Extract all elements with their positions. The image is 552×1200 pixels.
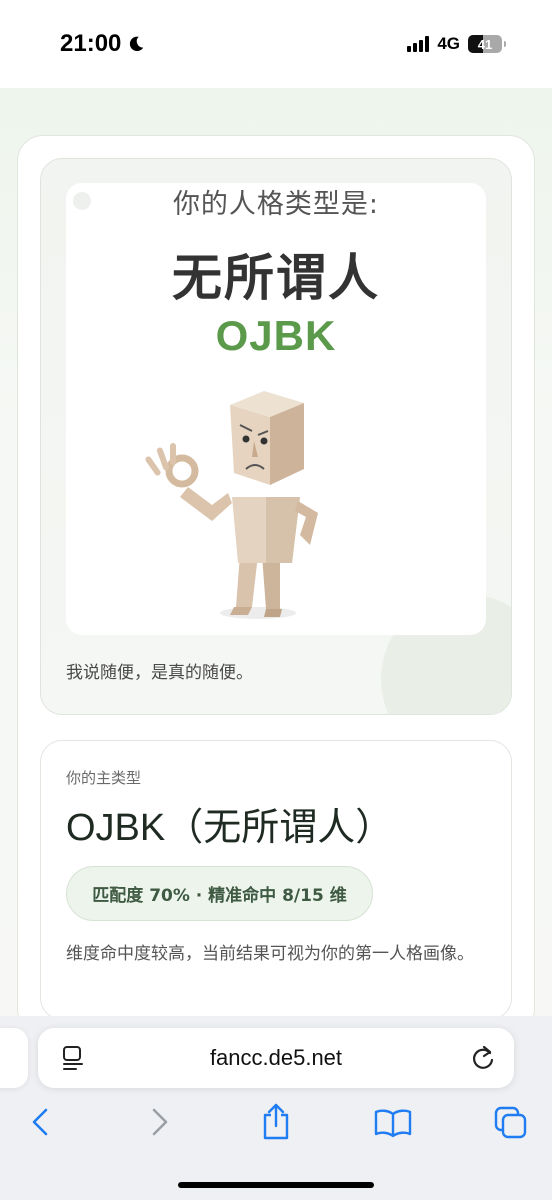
network-type: 4G	[437, 34, 460, 53]
main-type-title: OJBK（无所谓人）	[66, 807, 394, 849]
moon-icon	[130, 36, 144, 52]
main-type-label: 你的主类型	[66, 769, 142, 787]
match-score-badge: 匹配度 70% · 精准命中 8/15 维	[66, 866, 373, 921]
status-indicators: 4G 41	[407, 34, 506, 54]
clock: 21:00	[60, 30, 122, 57]
signal-icon	[407, 36, 430, 52]
forward-icon[interactable]	[148, 1106, 172, 1138]
reload-icon[interactable]	[470, 1044, 496, 1072]
back-icon[interactable]	[28, 1106, 52, 1138]
home-indicator	[178, 1182, 374, 1188]
previous-tab-preview[interactable]	[0, 1028, 28, 1088]
url-text[interactable]: fancc.de5.net	[38, 1045, 514, 1071]
share-icon[interactable]	[260, 1102, 292, 1142]
status-time: 21:00	[60, 30, 145, 58]
tabs-icon[interactable]	[494, 1106, 528, 1140]
personality-tagline: 我说随便，是真的随便。	[66, 663, 253, 683]
ok-hand-figure-illustration	[145, 391, 318, 619]
status-bar: 21:00 4G 41	[0, 0, 552, 88]
battery-icon: 41	[468, 35, 506, 53]
main-type-description: 维度命中度较高，当前结果可视为你的第一人格画像。	[66, 944, 474, 964]
match-score-text: 匹配度 70% · 精准命中 8/15 维	[92, 886, 347, 906]
personality-name: 无所谓人	[172, 249, 380, 307]
personality-code: OJBK	[215, 312, 337, 359]
personality-heading: 你的人格类型是:	[172, 189, 380, 220]
bookmarks-icon[interactable]	[374, 1108, 412, 1138]
battery-level: 41	[477, 36, 493, 52]
